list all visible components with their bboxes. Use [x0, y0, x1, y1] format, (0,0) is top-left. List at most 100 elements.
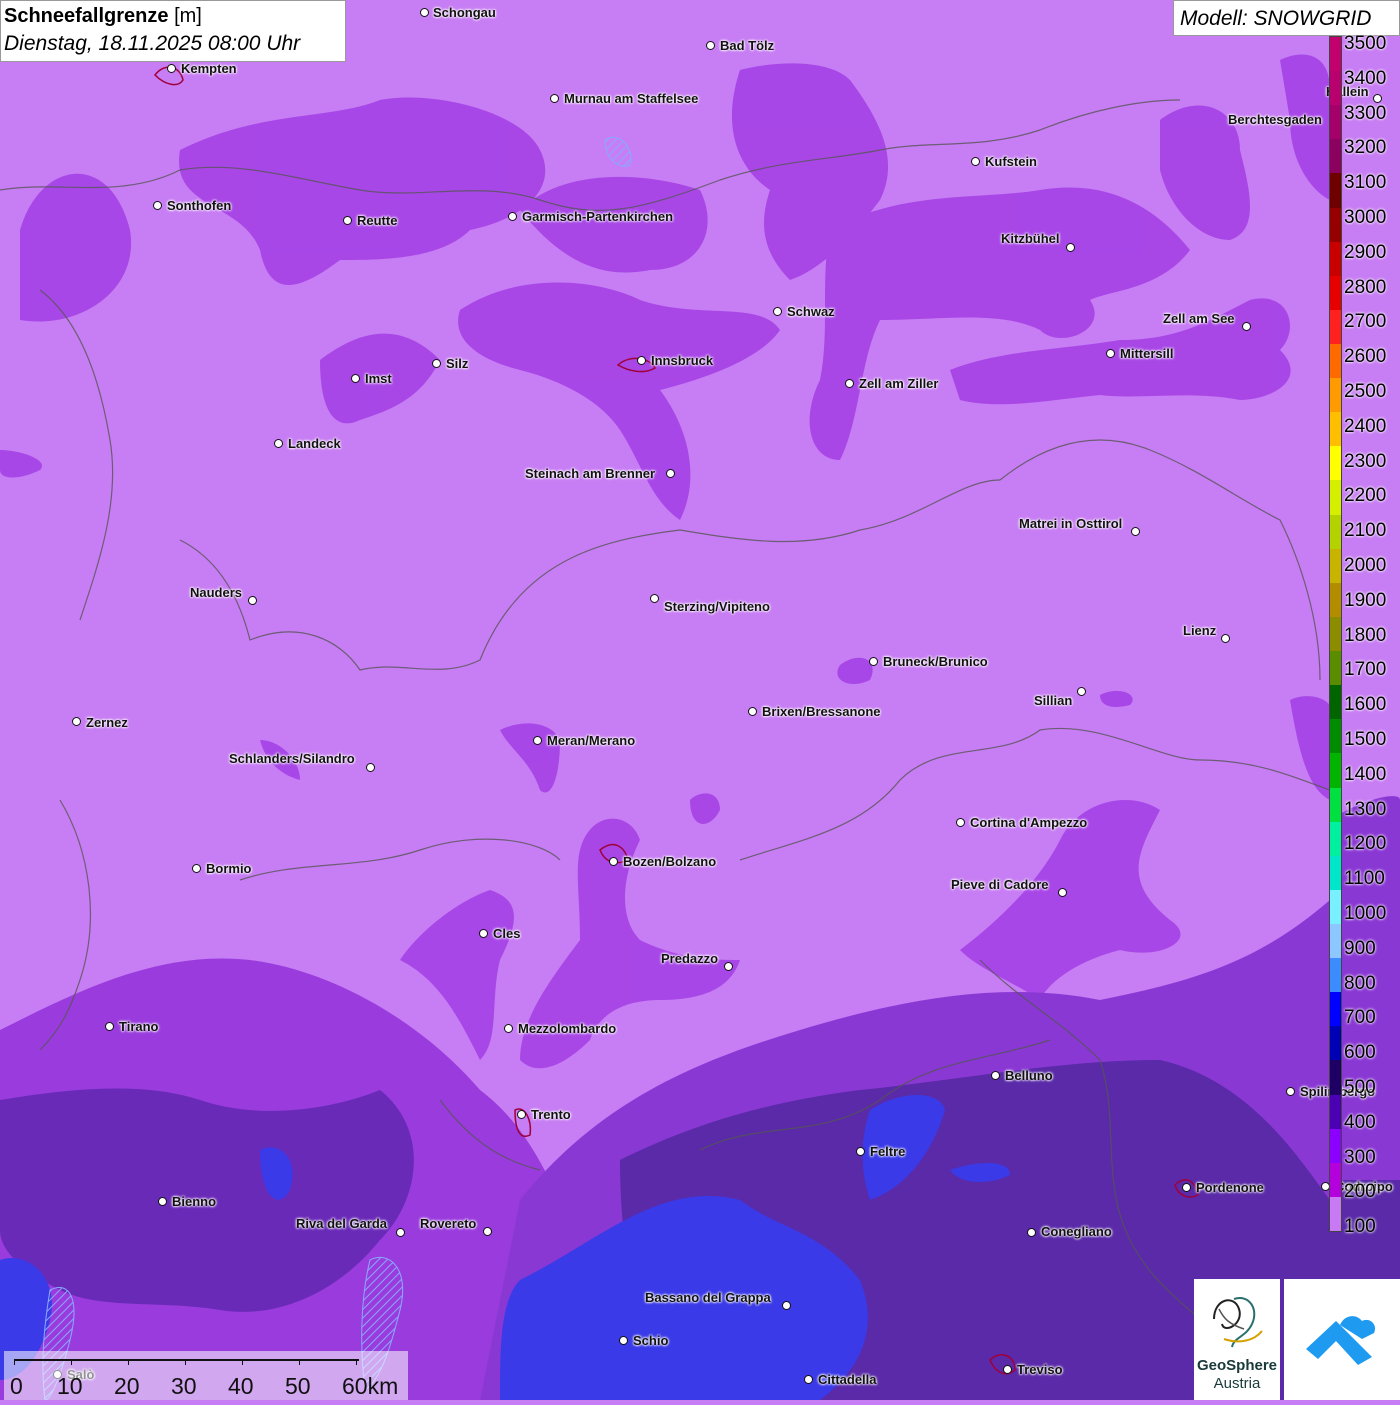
legend-swatch — [1330, 685, 1341, 720]
city-label: Kempten — [181, 61, 237, 76]
city-marker — [153, 201, 162, 210]
legend-label: 2900 — [1344, 241, 1387, 263]
mountain-cloud-icon — [1306, 1316, 1376, 1365]
legend-label: 1000 — [1344, 903, 1387, 924]
legend-label: 1800 — [1344, 624, 1387, 646]
city-label: Predazzo — [661, 951, 719, 966]
legend-swatch — [1330, 446, 1341, 481]
legend-swatch — [1330, 1162, 1341, 1198]
legend-swatch — [1330, 582, 1341, 618]
legend-swatch — [1330, 378, 1341, 413]
legend-label: 3500 — [1344, 33, 1387, 54]
city-marker — [1106, 349, 1115, 358]
legend-label: 600 — [1344, 1042, 1376, 1064]
legend-swatch — [1330, 616, 1341, 652]
city-marker — [504, 1024, 513, 1033]
legend-swatch — [1330, 958, 1341, 993]
city-label: Rovereto — [420, 1216, 477, 1231]
city-label: Nauders — [190, 585, 243, 600]
scale-label: 60km — [342, 1373, 399, 1399]
logo-line1: GeoSphere — [1196, 1357, 1278, 1374]
scale-tick — [14, 1359, 15, 1365]
city-label: Bozen/Bolzano — [623, 854, 717, 869]
city-marker — [508, 212, 517, 221]
city-marker — [619, 1336, 628, 1345]
city-label: Bruneck/Brunico — [883, 654, 988, 669]
geosphere-logo: GeoSphere Austria — [1194, 1279, 1280, 1400]
city-marker — [845, 379, 854, 388]
scale-tick — [242, 1359, 243, 1365]
city-marker — [432, 359, 441, 368]
legend-swatch — [1330, 923, 1341, 959]
scale-label: 50 — [285, 1373, 311, 1399]
city-label: Zernez — [86, 715, 128, 730]
logo-line2: Austria — [1213, 1375, 1261, 1392]
city-label: Cortina d'Ampezzo — [970, 815, 1088, 830]
scale-tick — [185, 1359, 186, 1365]
city-marker — [1003, 1365, 1012, 1374]
map-title-label: Schneefallgrenze — [4, 5, 169, 27]
legend-swatch — [1330, 309, 1341, 345]
city-label: Mezzolombardo — [518, 1021, 617, 1036]
legend-swatch — [1330, 787, 1341, 823]
city-label: Zell am Ziller — [859, 376, 939, 391]
city-marker — [105, 1022, 114, 1031]
scale-label: 40 — [228, 1373, 254, 1399]
city-marker — [1182, 1183, 1191, 1192]
legend-label: 1100 — [1344, 868, 1385, 890]
city-label: Schwaz — [787, 304, 835, 319]
legend-swatch — [1330, 105, 1341, 140]
city-label: Kufstein — [985, 154, 1037, 169]
model-label: Modell: SNOWGRID — [1180, 7, 1372, 30]
city-marker — [1286, 1087, 1295, 1096]
legend-swatch — [1330, 719, 1341, 754]
city-marker — [724, 962, 733, 971]
city-marker — [396, 1228, 405, 1237]
city-marker — [991, 1071, 1000, 1080]
legend-swatch — [1330, 1026, 1341, 1061]
legend-swatch — [1330, 275, 1341, 311]
city-marker — [804, 1375, 813, 1384]
city-marker — [533, 736, 542, 745]
city-label: Cittadella — [818, 1372, 877, 1387]
scale-label: 20 — [114, 1373, 140, 1399]
legend-swatch — [1330, 1128, 1341, 1164]
city-label: Meran/Merano — [547, 733, 636, 748]
city-marker — [274, 439, 283, 448]
city-label: Steinach am Brenner — [525, 466, 656, 481]
city-label: Schio — [633, 1333, 669, 1348]
legend-label: 2700 — [1344, 311, 1387, 333]
legend-label: 2400 — [1344, 415, 1387, 437]
city-marker — [550, 94, 559, 103]
legend-label: 400 — [1344, 1111, 1376, 1133]
legend-swatch — [1330, 412, 1341, 447]
city-marker — [856, 1147, 865, 1156]
city-marker — [869, 657, 878, 666]
city-marker — [366, 763, 375, 772]
legend-label: 2600 — [1344, 346, 1387, 368]
scale-tick — [299, 1359, 300, 1365]
city-label: Brixen/Bressanone — [762, 704, 881, 719]
legend-swatch — [1330, 889, 1341, 925]
legend-label: 3100 — [1344, 172, 1387, 194]
city-label: Belluno — [1005, 1068, 1053, 1083]
geosphere-emblem-icon — [1213, 1297, 1263, 1348]
city-label: Matrei in Osttirol — [1019, 516, 1123, 531]
city-label: Sterzing/Vipiteno — [664, 599, 770, 614]
legend-label: 3200 — [1344, 137, 1387, 159]
legend-swatch — [1330, 753, 1341, 788]
city-label: Schongau — [433, 5, 496, 20]
city-marker — [706, 41, 715, 50]
legend-swatch — [1330, 821, 1341, 857]
legend-swatch — [1330, 548, 1341, 584]
city-marker — [1066, 243, 1075, 252]
city-marker — [637, 356, 646, 365]
legend-colorbar — [1329, 36, 1342, 1232]
scale-label: 0 — [10, 1373, 23, 1399]
legend-label: 1600 — [1344, 694, 1387, 716]
scale-tick — [128, 1359, 129, 1365]
city-label: Pordenone — [1196, 1180, 1264, 1195]
city-label: Landeck — [288, 436, 341, 451]
city-label: Cles — [493, 926, 521, 941]
legend-swatch — [1330, 1196, 1341, 1232]
